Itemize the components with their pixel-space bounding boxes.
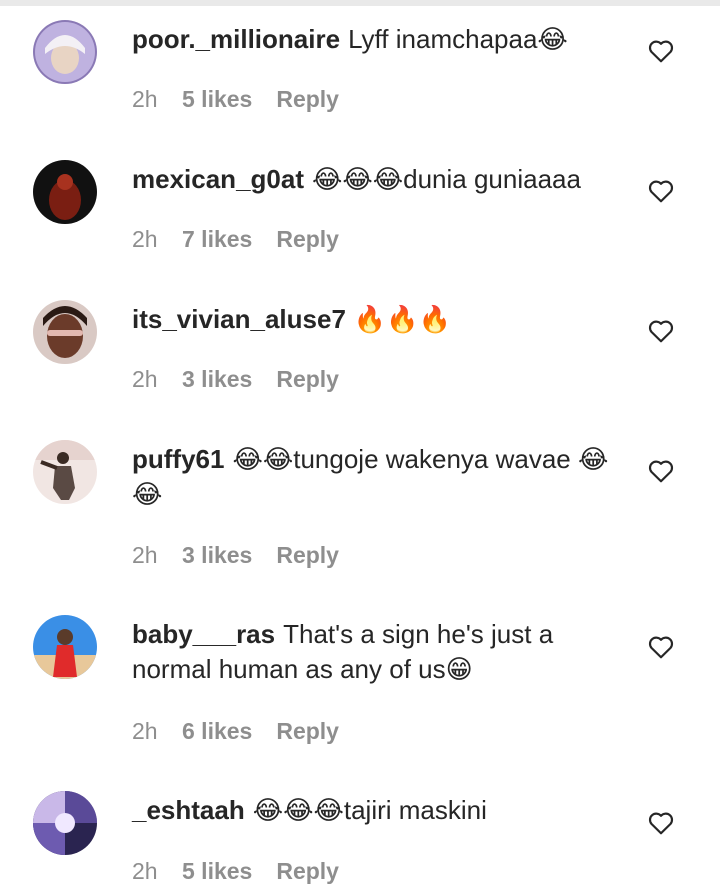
comment-text-block: its_vivian_aluse7 🔥🔥🔥: [132, 302, 612, 337]
comment-text-block: puffy61 😂😂tungoje wakenya wavae 😂😂: [132, 442, 612, 512]
comment-meta: 2h 3 likes Reply: [132, 542, 339, 569]
heart-icon[interactable]: [648, 319, 674, 343]
comment-text-block: poor._millionaire Lyff inamchapaa😂: [132, 22, 612, 57]
comment-likes[interactable]: 6 likes: [182, 718, 252, 745]
comment-time: 2h: [132, 542, 158, 568]
comment-username[interactable]: baby___ras: [132, 619, 275, 649]
comment-username[interactable]: puffy61: [132, 444, 224, 474]
reply-button[interactable]: Reply: [276, 86, 339, 113]
comment-text-block: baby___ras That's a sign he's just a norm…: [132, 617, 612, 687]
comment-body: 😂😂😂dunia guniaaaa: [311, 164, 581, 194]
avatar[interactable]: [33, 615, 97, 679]
comment-text-block: _eshtaah 😂😂😂tajiri maskini: [132, 793, 612, 828]
comment-body: 😂😂😂tajiri maskini: [252, 795, 487, 825]
top-divider: [0, 0, 720, 6]
comment-likes[interactable]: 7 likes: [182, 226, 252, 253]
heart-icon[interactable]: [648, 811, 674, 835]
reply-button[interactable]: Reply: [276, 858, 339, 885]
reply-button[interactable]: Reply: [276, 542, 339, 569]
heart-icon[interactable]: [648, 635, 674, 659]
heart-icon[interactable]: [648, 39, 674, 63]
comment-username[interactable]: _eshtaah: [132, 795, 245, 825]
avatar[interactable]: [33, 791, 97, 855]
avatar[interactable]: [33, 20, 97, 84]
reply-button[interactable]: Reply: [276, 366, 339, 393]
avatar[interactable]: [33, 160, 97, 224]
comment-meta: 2h 5 likes Reply: [132, 86, 339, 113]
avatar[interactable]: [33, 440, 97, 504]
heart-icon[interactable]: [648, 459, 674, 483]
comment-username[interactable]: its_vivian_aluse7: [132, 304, 346, 334]
comment-body: Lyff inamchapaa😂: [348, 24, 568, 54]
reply-button[interactable]: Reply: [276, 226, 339, 253]
comment-time: 2h: [132, 226, 158, 252]
comment-time: 2h: [132, 858, 158, 884]
avatar[interactable]: [33, 300, 97, 364]
comment-meta: 2h 3 likes Reply: [132, 366, 339, 393]
comment-meta: 2h 5 likes Reply: [132, 858, 339, 885]
comment-text-block: mexican_g0at 😂😂😂dunia guniaaaa: [132, 162, 612, 197]
comment-likes[interactable]: 3 likes: [182, 542, 252, 569]
comment-time: 2h: [132, 718, 158, 744]
comment-time: 2h: [132, 366, 158, 392]
comment-body: 🔥🔥🔥: [353, 304, 452, 334]
heart-icon[interactable]: [648, 179, 674, 203]
reply-button[interactable]: Reply: [276, 718, 339, 745]
comment-username[interactable]: poor._millionaire: [132, 24, 340, 54]
comment-likes[interactable]: 5 likes: [182, 86, 252, 113]
comment-likes[interactable]: 3 likes: [182, 366, 252, 393]
comment-time: 2h: [132, 86, 158, 112]
comment-username[interactable]: mexican_g0at: [132, 164, 304, 194]
comment-meta: 2h 7 likes Reply: [132, 226, 339, 253]
comment-meta: 2h 6 likes Reply: [132, 718, 339, 745]
comment-likes[interactable]: 5 likes: [182, 858, 252, 885]
